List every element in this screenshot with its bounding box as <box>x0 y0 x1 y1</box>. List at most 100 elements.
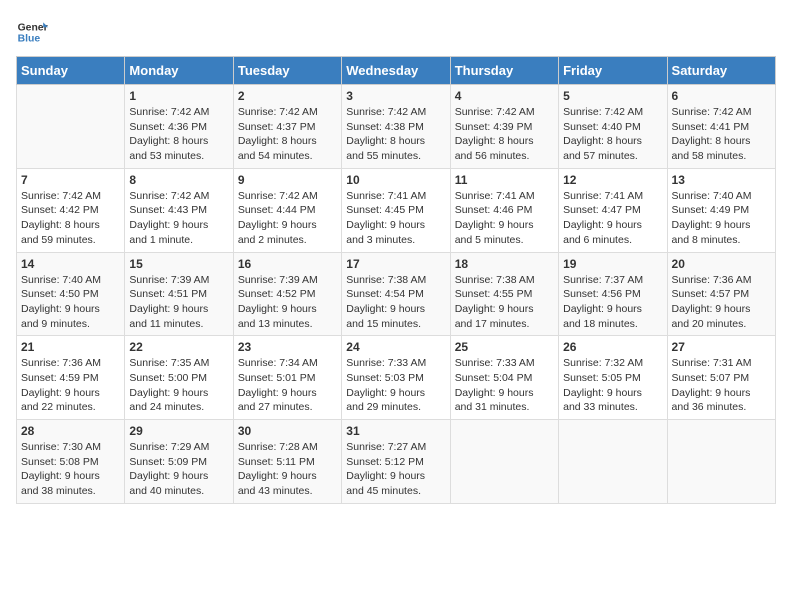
sunrise-text: Sunrise: 7:32 AM <box>563 356 662 371</box>
day-header-monday: Monday <box>125 57 233 85</box>
sunset-text: Sunset: 5:11 PM <box>238 455 337 470</box>
daylight-minutes-text: and 11 minutes. <box>129 317 228 332</box>
sunrise-text: Sunrise: 7:38 AM <box>455 273 554 288</box>
sunset-text: Sunset: 4:51 PM <box>129 287 228 302</box>
sunrise-text: Sunrise: 7:40 AM <box>672 189 771 204</box>
calendar-cell <box>450 420 558 504</box>
daylight-minutes-text: and 38 minutes. <box>21 484 120 499</box>
day-number: 6 <box>672 89 771 103</box>
daylight-minutes-text: and 45 minutes. <box>346 484 445 499</box>
daylight-minutes-text: and 43 minutes. <box>238 484 337 499</box>
daylight-minutes-text: and 40 minutes. <box>129 484 228 499</box>
calendar-cell: 7Sunrise: 7:42 AMSunset: 4:42 PMDaylight… <box>17 168 125 252</box>
sunset-text: Sunset: 5:08 PM <box>21 455 120 470</box>
sunrise-text: Sunrise: 7:33 AM <box>455 356 554 371</box>
day-number: 3 <box>346 89 445 103</box>
sunrise-text: Sunrise: 7:39 AM <box>129 273 228 288</box>
daylight-minutes-text: and 22 minutes. <box>21 400 120 415</box>
calendar-cell: 25Sunrise: 7:33 AMSunset: 5:04 PMDayligh… <box>450 336 558 420</box>
sunset-text: Sunset: 4:55 PM <box>455 287 554 302</box>
day-number: 2 <box>238 89 337 103</box>
daylight-minutes-text: and 56 minutes. <box>455 149 554 164</box>
day-number: 9 <box>238 173 337 187</box>
daylight-text: Daylight: 9 hours <box>672 302 771 317</box>
daylight-minutes-text: and 31 minutes. <box>455 400 554 415</box>
daylight-minutes-text: and 9 minutes. <box>21 317 120 332</box>
daylight-text: Daylight: 9 hours <box>563 302 662 317</box>
calendar-cell: 5Sunrise: 7:42 AMSunset: 4:40 PMDaylight… <box>559 85 667 169</box>
calendar-cell: 15Sunrise: 7:39 AMSunset: 4:51 PMDayligh… <box>125 252 233 336</box>
sunrise-text: Sunrise: 7:37 AM <box>563 273 662 288</box>
daylight-text: Daylight: 8 hours <box>672 134 771 149</box>
daylight-text: Daylight: 9 hours <box>563 218 662 233</box>
daylight-text: Daylight: 9 hours <box>672 386 771 401</box>
sunset-text: Sunset: 5:07 PM <box>672 371 771 386</box>
sunrise-text: Sunrise: 7:27 AM <box>346 440 445 455</box>
calendar-cell: 29Sunrise: 7:29 AMSunset: 5:09 PMDayligh… <box>125 420 233 504</box>
sunset-text: Sunset: 4:37 PM <box>238 120 337 135</box>
day-header-friday: Friday <box>559 57 667 85</box>
day-number: 12 <box>563 173 662 187</box>
sunrise-text: Sunrise: 7:41 AM <box>346 189 445 204</box>
calendar-cell: 2Sunrise: 7:42 AMSunset: 4:37 PMDaylight… <box>233 85 341 169</box>
calendar-week-row: 14Sunrise: 7:40 AMSunset: 4:50 PMDayligh… <box>17 252 776 336</box>
calendar-cell: 9Sunrise: 7:42 AMSunset: 4:44 PMDaylight… <box>233 168 341 252</box>
sunset-text: Sunset: 4:49 PM <box>672 203 771 218</box>
day-number: 31 <box>346 424 445 438</box>
sunrise-text: Sunrise: 7:42 AM <box>238 105 337 120</box>
sunrise-text: Sunrise: 7:40 AM <box>21 273 120 288</box>
day-number: 24 <box>346 340 445 354</box>
calendar-cell <box>17 85 125 169</box>
calendar-cell: 17Sunrise: 7:38 AMSunset: 4:54 PMDayligh… <box>342 252 450 336</box>
calendar-cell <box>559 420 667 504</box>
calendar-cell: 26Sunrise: 7:32 AMSunset: 5:05 PMDayligh… <box>559 336 667 420</box>
sunset-text: Sunset: 4:39 PM <box>455 120 554 135</box>
sunset-text: Sunset: 5:03 PM <box>346 371 445 386</box>
sunset-text: Sunset: 4:52 PM <box>238 287 337 302</box>
daylight-text: Daylight: 8 hours <box>129 134 228 149</box>
calendar-cell: 10Sunrise: 7:41 AMSunset: 4:45 PMDayligh… <box>342 168 450 252</box>
sunset-text: Sunset: 4:59 PM <box>21 371 120 386</box>
day-number: 8 <box>129 173 228 187</box>
sunset-text: Sunset: 4:46 PM <box>455 203 554 218</box>
calendar-cell: 18Sunrise: 7:38 AMSunset: 4:55 PMDayligh… <box>450 252 558 336</box>
calendar-cell: 22Sunrise: 7:35 AMSunset: 5:00 PMDayligh… <box>125 336 233 420</box>
sunset-text: Sunset: 5:12 PM <box>346 455 445 470</box>
sunrise-text: Sunrise: 7:30 AM <box>21 440 120 455</box>
sunset-text: Sunset: 4:47 PM <box>563 203 662 218</box>
day-number: 13 <box>672 173 771 187</box>
daylight-text: Daylight: 9 hours <box>238 302 337 317</box>
daylight-minutes-text: and 3 minutes. <box>346 233 445 248</box>
daylight-text: Daylight: 8 hours <box>346 134 445 149</box>
daylight-minutes-text: and 15 minutes. <box>346 317 445 332</box>
sunrise-text: Sunrise: 7:36 AM <box>21 356 120 371</box>
sunset-text: Sunset: 5:04 PM <box>455 371 554 386</box>
sunset-text: Sunset: 4:45 PM <box>346 203 445 218</box>
sunset-text: Sunset: 5:05 PM <box>563 371 662 386</box>
sunrise-text: Sunrise: 7:42 AM <box>563 105 662 120</box>
sunrise-text: Sunrise: 7:29 AM <box>129 440 228 455</box>
calendar-cell: 11Sunrise: 7:41 AMSunset: 4:46 PMDayligh… <box>450 168 558 252</box>
day-header-sunday: Sunday <box>17 57 125 85</box>
daylight-text: Daylight: 9 hours <box>21 469 120 484</box>
calendar-cell: 16Sunrise: 7:39 AMSunset: 4:52 PMDayligh… <box>233 252 341 336</box>
calendar-cell: 30Sunrise: 7:28 AMSunset: 5:11 PMDayligh… <box>233 420 341 504</box>
daylight-minutes-text: and 36 minutes. <box>672 400 771 415</box>
calendar-cell: 12Sunrise: 7:41 AMSunset: 4:47 PMDayligh… <box>559 168 667 252</box>
sunrise-text: Sunrise: 7:42 AM <box>21 189 120 204</box>
sunset-text: Sunset: 5:09 PM <box>129 455 228 470</box>
day-number: 30 <box>238 424 337 438</box>
daylight-minutes-text: and 54 minutes. <box>238 149 337 164</box>
daylight-minutes-text: and 27 minutes. <box>238 400 337 415</box>
calendar-cell: 28Sunrise: 7:30 AMSunset: 5:08 PMDayligh… <box>17 420 125 504</box>
day-number: 26 <box>563 340 662 354</box>
day-number: 5 <box>563 89 662 103</box>
daylight-text: Daylight: 9 hours <box>129 386 228 401</box>
calendar-week-row: 21Sunrise: 7:36 AMSunset: 4:59 PMDayligh… <box>17 336 776 420</box>
sunset-text: Sunset: 4:50 PM <box>21 287 120 302</box>
daylight-text: Daylight: 8 hours <box>455 134 554 149</box>
daylight-minutes-text: and 1 minute. <box>129 233 228 248</box>
logo-icon: General Blue <box>16 16 48 48</box>
sunset-text: Sunset: 4:36 PM <box>129 120 228 135</box>
daylight-text: Daylight: 9 hours <box>455 386 554 401</box>
